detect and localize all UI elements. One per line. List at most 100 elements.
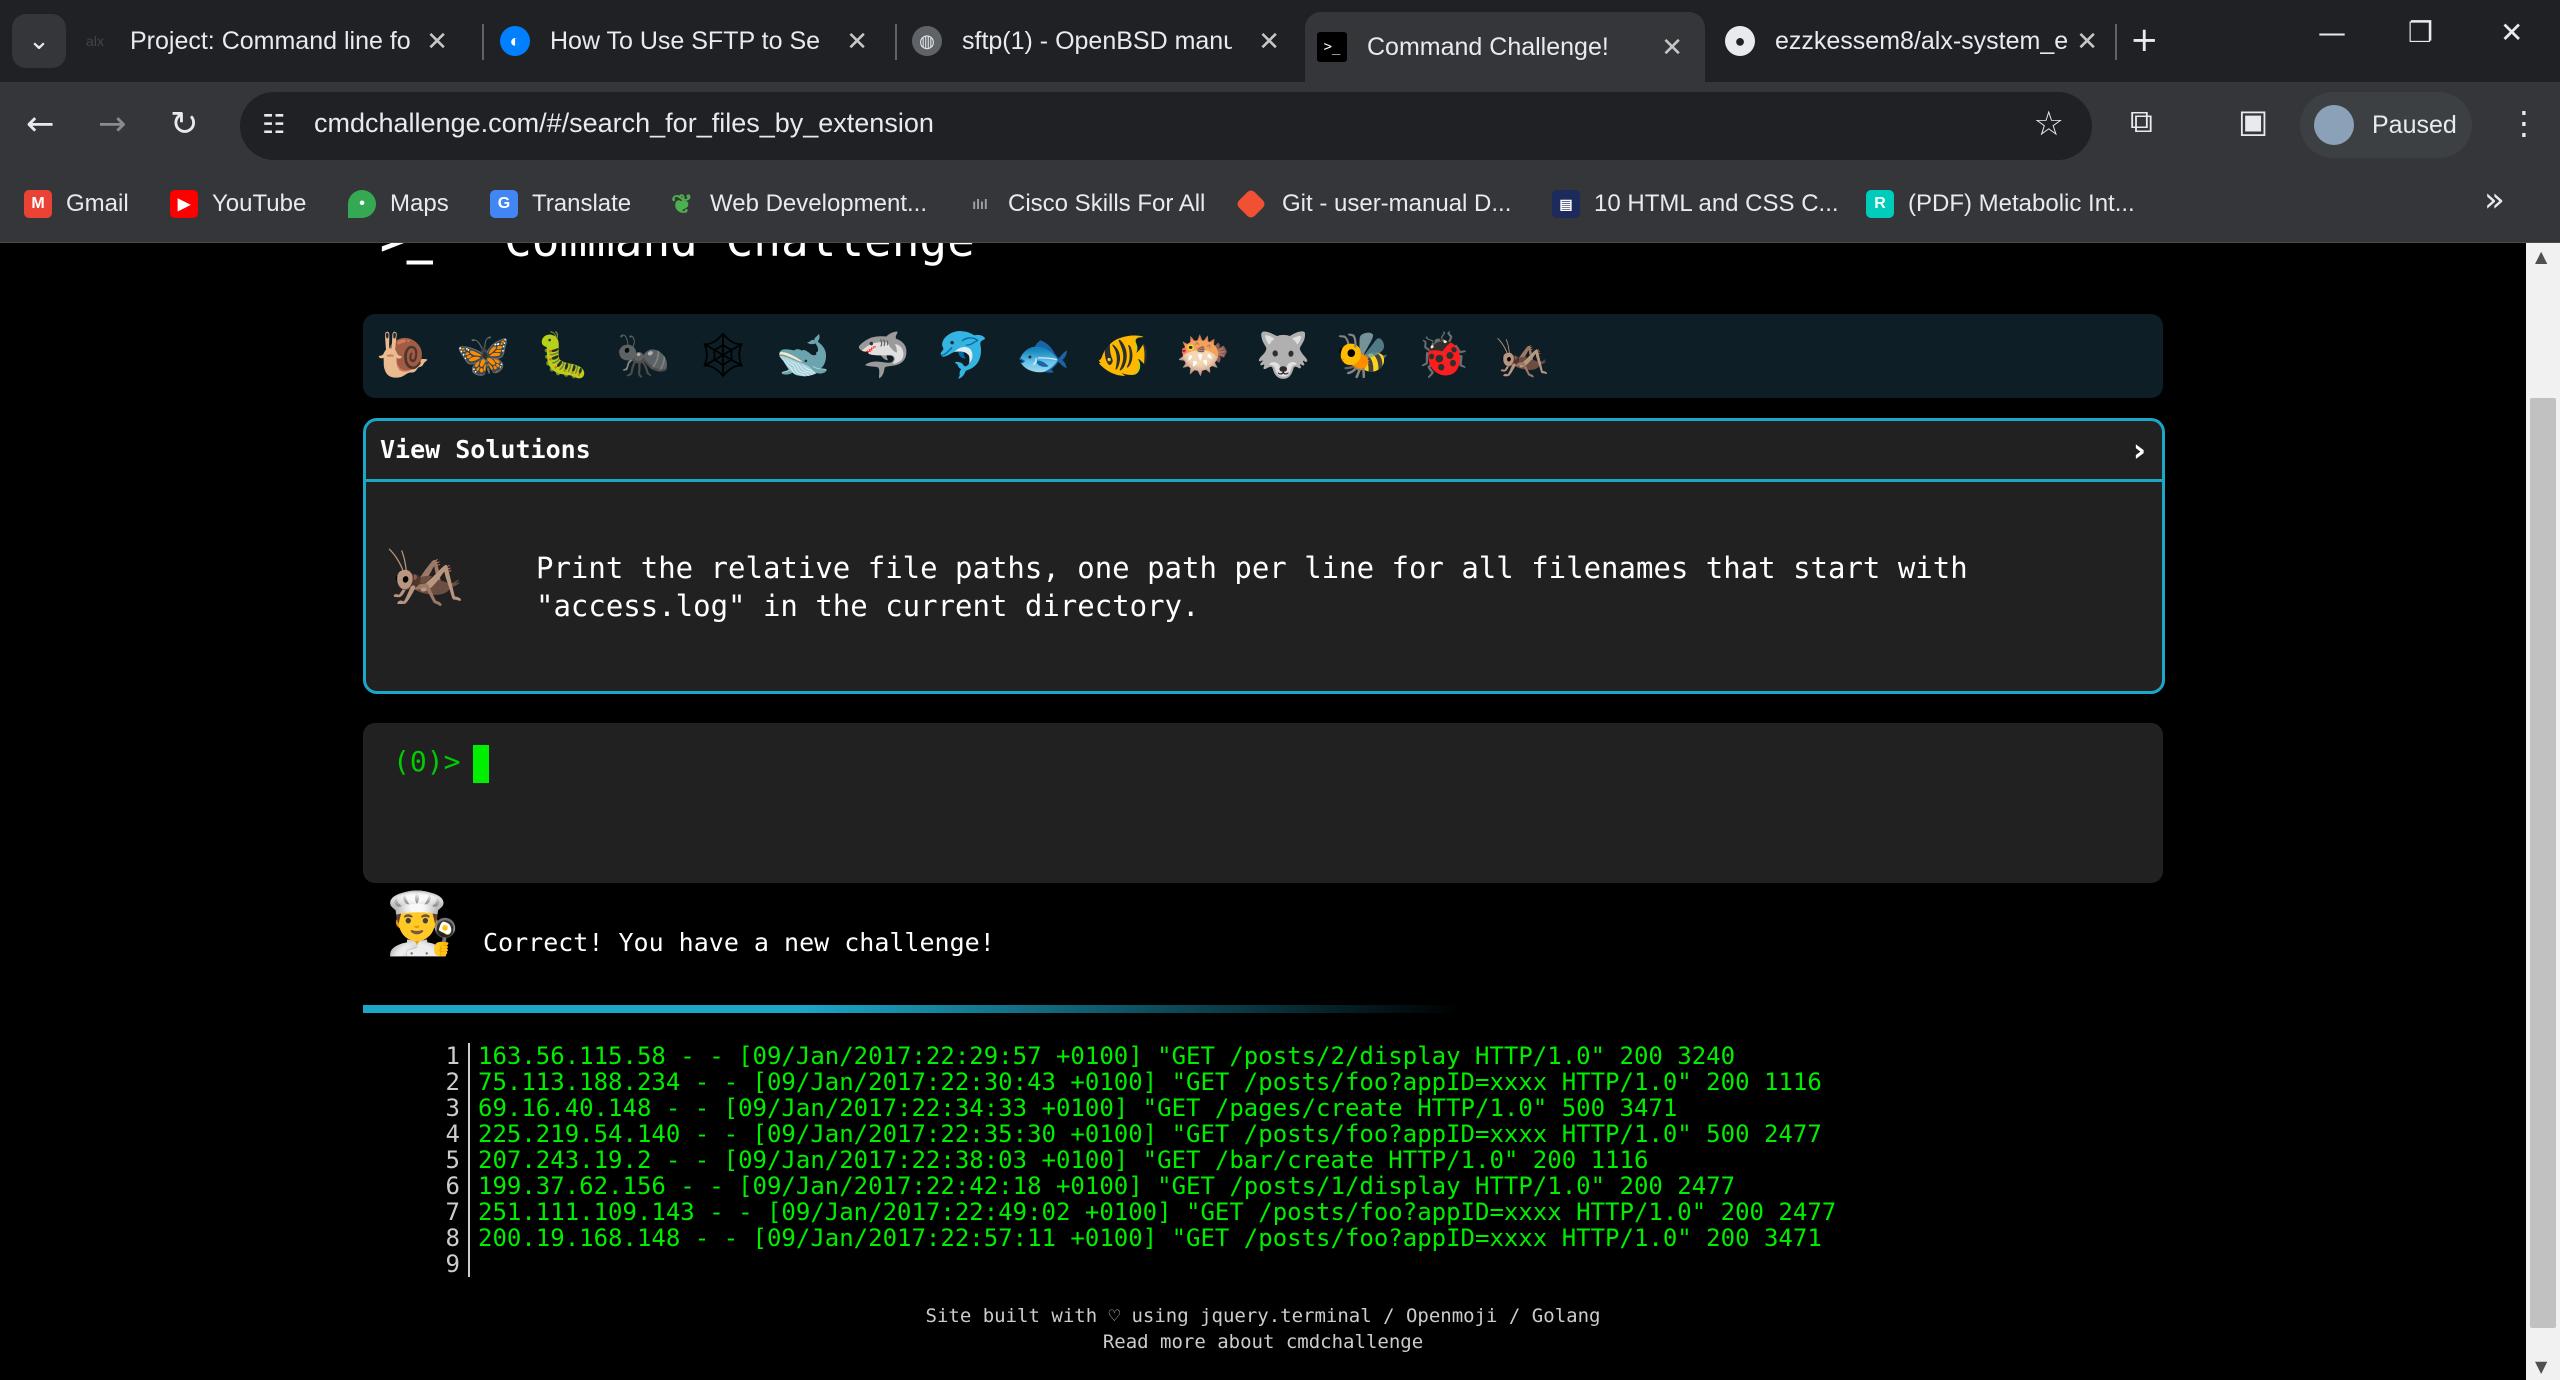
bookmark-youtube[interactable]: ▶ YouTube	[170, 190, 306, 218]
close-icon[interactable]: ✕	[1258, 26, 1280, 57]
whale-icon[interactable]: 🐋	[775, 328, 831, 384]
output-line: 8 200.19.168.148 - - [09/Jan/2017:22:57:1…	[420, 1225, 1836, 1251]
tab-command-challenge[interactable]: >_ Command Challenge! ✕	[1305, 12, 1705, 82]
tab-separator	[482, 24, 484, 60]
youtube-icon: ▶	[170, 190, 198, 218]
menu-icon[interactable]: ⋮	[2508, 104, 2540, 142]
back-button[interactable]: ←	[26, 104, 55, 144]
view-solutions-toggle[interactable]: View Solutions ›	[366, 421, 2162, 482]
maps-icon: •	[348, 190, 376, 218]
close-icon[interactable]: ✕	[1661, 32, 1683, 63]
forward-button[interactable]: →	[98, 104, 127, 144]
leaf-icon: ❦	[671, 188, 693, 219]
cricket-icon[interactable]: 🦗	[1495, 328, 1551, 384]
divider	[363, 1005, 1463, 1013]
url-text[interactable]: cmdchallenge.com/#/search_for_files_by_e…	[314, 108, 934, 139]
tab-sftp-manual[interactable]: ◍ sftp(1) - OpenBSD manua ✕	[912, 10, 1302, 72]
challenge-description: Print the relative file paths, one path …	[536, 551, 1968, 623]
page-content: >_ Command Challenge 🐌 🦋 🐛 🐜 🕸 🐋 🦈 🐬 🐟 🐠…	[0, 243, 2526, 1380]
scroll-thumb[interactable]	[2530, 398, 2556, 1328]
bookmark-web-development[interactable]: ❦ Web Development...	[668, 188, 927, 219]
bee-icon[interactable]: 🐝	[1335, 328, 1391, 384]
translate-icon: G	[490, 190, 518, 218]
terminal-icon: >_	[1317, 32, 1347, 62]
address-bar[interactable]: ☷ cmdchallenge.com/#/search_for_files_by…	[240, 92, 2092, 160]
butterfly-icon[interactable]: 🦋	[455, 328, 511, 384]
bookmark-html-css[interactable]: ▤ 10 HTML and CSS C...	[1552, 190, 1839, 218]
bookmarks-bar: M Gmail ▶ YouTube • Maps G Translate ❦ W…	[0, 170, 2560, 243]
output-line: 3 69.16.40.148 - - [09/Jan/2017:22:34:33 …	[420, 1095, 1836, 1121]
globe-icon: ◍	[912, 26, 942, 56]
footer-credits: Site built with ♡ using jquery.terminal …	[925, 1305, 1601, 1327]
output-line: 5 207.243.19.2 - - [09/Jan/2017:22:38:03 …	[420, 1147, 1836, 1173]
challenge-card: View Solutions › 🦗 Print the relative fi…	[363, 418, 2165, 694]
tab-project[interactable]: alx Project: Command line fo ✕	[80, 10, 470, 72]
tab-search-button[interactable]: ⌄	[12, 14, 66, 68]
tab-bar: ⌄ alx Project: Command line fo ✕ ◐ How T…	[0, 0, 2560, 82]
output-line: 4 225.219.54.140 - - [09/Jan/2017:22:35:3…	[420, 1121, 1836, 1147]
output-line: 9	[420, 1251, 1836, 1277]
page-title: Command Challenge	[504, 243, 975, 267]
profile-button[interactable]: Paused	[2300, 92, 2472, 158]
shark-icon[interactable]: 🦈	[855, 328, 911, 384]
bookmark-git-manual[interactable]: Git - user-manual D...	[1235, 188, 1511, 220]
bookmark-translate[interactable]: G Translate	[490, 190, 631, 218]
chef-icon: 👨‍🍳	[385, 889, 460, 959]
close-icon[interactable]: ✕	[426, 26, 448, 57]
researchgate-icon: R	[1866, 190, 1894, 218]
reload-button[interactable]: ↻	[170, 104, 199, 144]
wolf-icon[interactable]: 🐺	[1255, 328, 1311, 384]
new-tab-button[interactable]: +	[2130, 20, 2159, 60]
blowfish-icon[interactable]: 🐡	[1175, 328, 1231, 384]
minimize-icon: —	[2318, 16, 2346, 49]
alx-icon: alx	[80, 26, 110, 56]
double-chevron-right-icon: »	[2484, 180, 2505, 220]
restore-button[interactable]: ❐	[2408, 16, 2433, 49]
terminal-prompt-icon: >_	[380, 243, 433, 262]
output-line: 1 163.56.115.58 - - [09/Jan/2017:22:29:57…	[420, 1043, 1836, 1069]
dolphin-icon[interactable]: 🐬	[935, 328, 991, 384]
profile-status: Paused	[2372, 110, 2457, 139]
footer-about-link[interactable]: Read more about cmdchallenge	[0, 1329, 2526, 1355]
output-line: 2 75.113.188.234 - - [09/Jan/2017:22:30:4…	[420, 1069, 1836, 1095]
github-icon: ●	[1725, 26, 1755, 56]
snail-icon[interactable]: 🐌	[375, 328, 431, 384]
site-settings-icon[interactable]: ☷	[262, 110, 285, 140]
git-icon	[1235, 188, 1267, 220]
vertical-scrollbar[interactable]: ▲ ▼	[2526, 243, 2560, 1380]
extensions-icon[interactable]: ⧉	[2130, 102, 2153, 141]
close-icon[interactable]: ✕	[846, 26, 868, 57]
spider-web-icon[interactable]: 🕸	[695, 328, 751, 384]
side-panel-icon[interactable]: ▣	[2238, 102, 2268, 140]
tab-separator	[2115, 24, 2117, 60]
bookmark-gmail[interactable]: M Gmail	[24, 190, 129, 218]
scroll-down-icon[interactable]: ▼	[2535, 1357, 2547, 1376]
bookmarks-overflow-button[interactable]: »	[2484, 180, 2505, 220]
chevron-right-icon: ›	[2132, 431, 2146, 469]
restore-icon: ❐	[2408, 16, 2434, 49]
digitalocean-icon: ◐	[500, 26, 530, 56]
bookmark-metabolic-pdf[interactable]: R (PDF) Metabolic Int...	[1866, 190, 2135, 218]
cisco-icon: ılıl	[972, 196, 988, 212]
minimize-button[interactable]: —	[2318, 16, 2346, 49]
terminal-prompt: (0)>	[393, 745, 461, 778]
terminal-input[interactable]: (0)>	[363, 723, 2163, 883]
ladybug-icon[interactable]: 🐞	[1415, 328, 1471, 384]
ant-icon[interactable]: 🐜	[615, 328, 671, 384]
scroll-up-icon[interactable]: ▲	[2535, 247, 2547, 266]
tab-github-repo[interactable]: ● ezzkessem8/alx-system_e ✕	[1725, 10, 2120, 72]
doc-icon: ▤	[1552, 190, 1580, 218]
bookmark-cisco[interactable]: ılıl Cisco Skills For All	[966, 190, 1205, 218]
footer: Site built with ♡ using jquery.terminal …	[0, 1303, 2526, 1355]
caterpillar-icon[interactable]: 🐛	[535, 328, 591, 384]
output-line: 6 199.37.62.156 - - [09/Jan/2017:22:42:18…	[420, 1173, 1836, 1199]
close-window-button[interactable]: ✕	[2500, 16, 2523, 49]
bookmark-star-icon[interactable]: ☆	[2034, 104, 2064, 144]
tropical-fish-icon[interactable]: 🐠	[1095, 328, 1151, 384]
bookmark-maps[interactable]: • Maps	[348, 190, 449, 218]
terminal-cursor	[473, 745, 489, 783]
fish-icon[interactable]: 🐟	[1015, 328, 1071, 384]
view-solutions-label: View Solutions	[380, 435, 591, 464]
tab-sftp-guide[interactable]: ◐ How To Use SFTP to Secu ✕	[500, 10, 890, 72]
close-icon[interactable]: ✕	[2076, 26, 2098, 57]
